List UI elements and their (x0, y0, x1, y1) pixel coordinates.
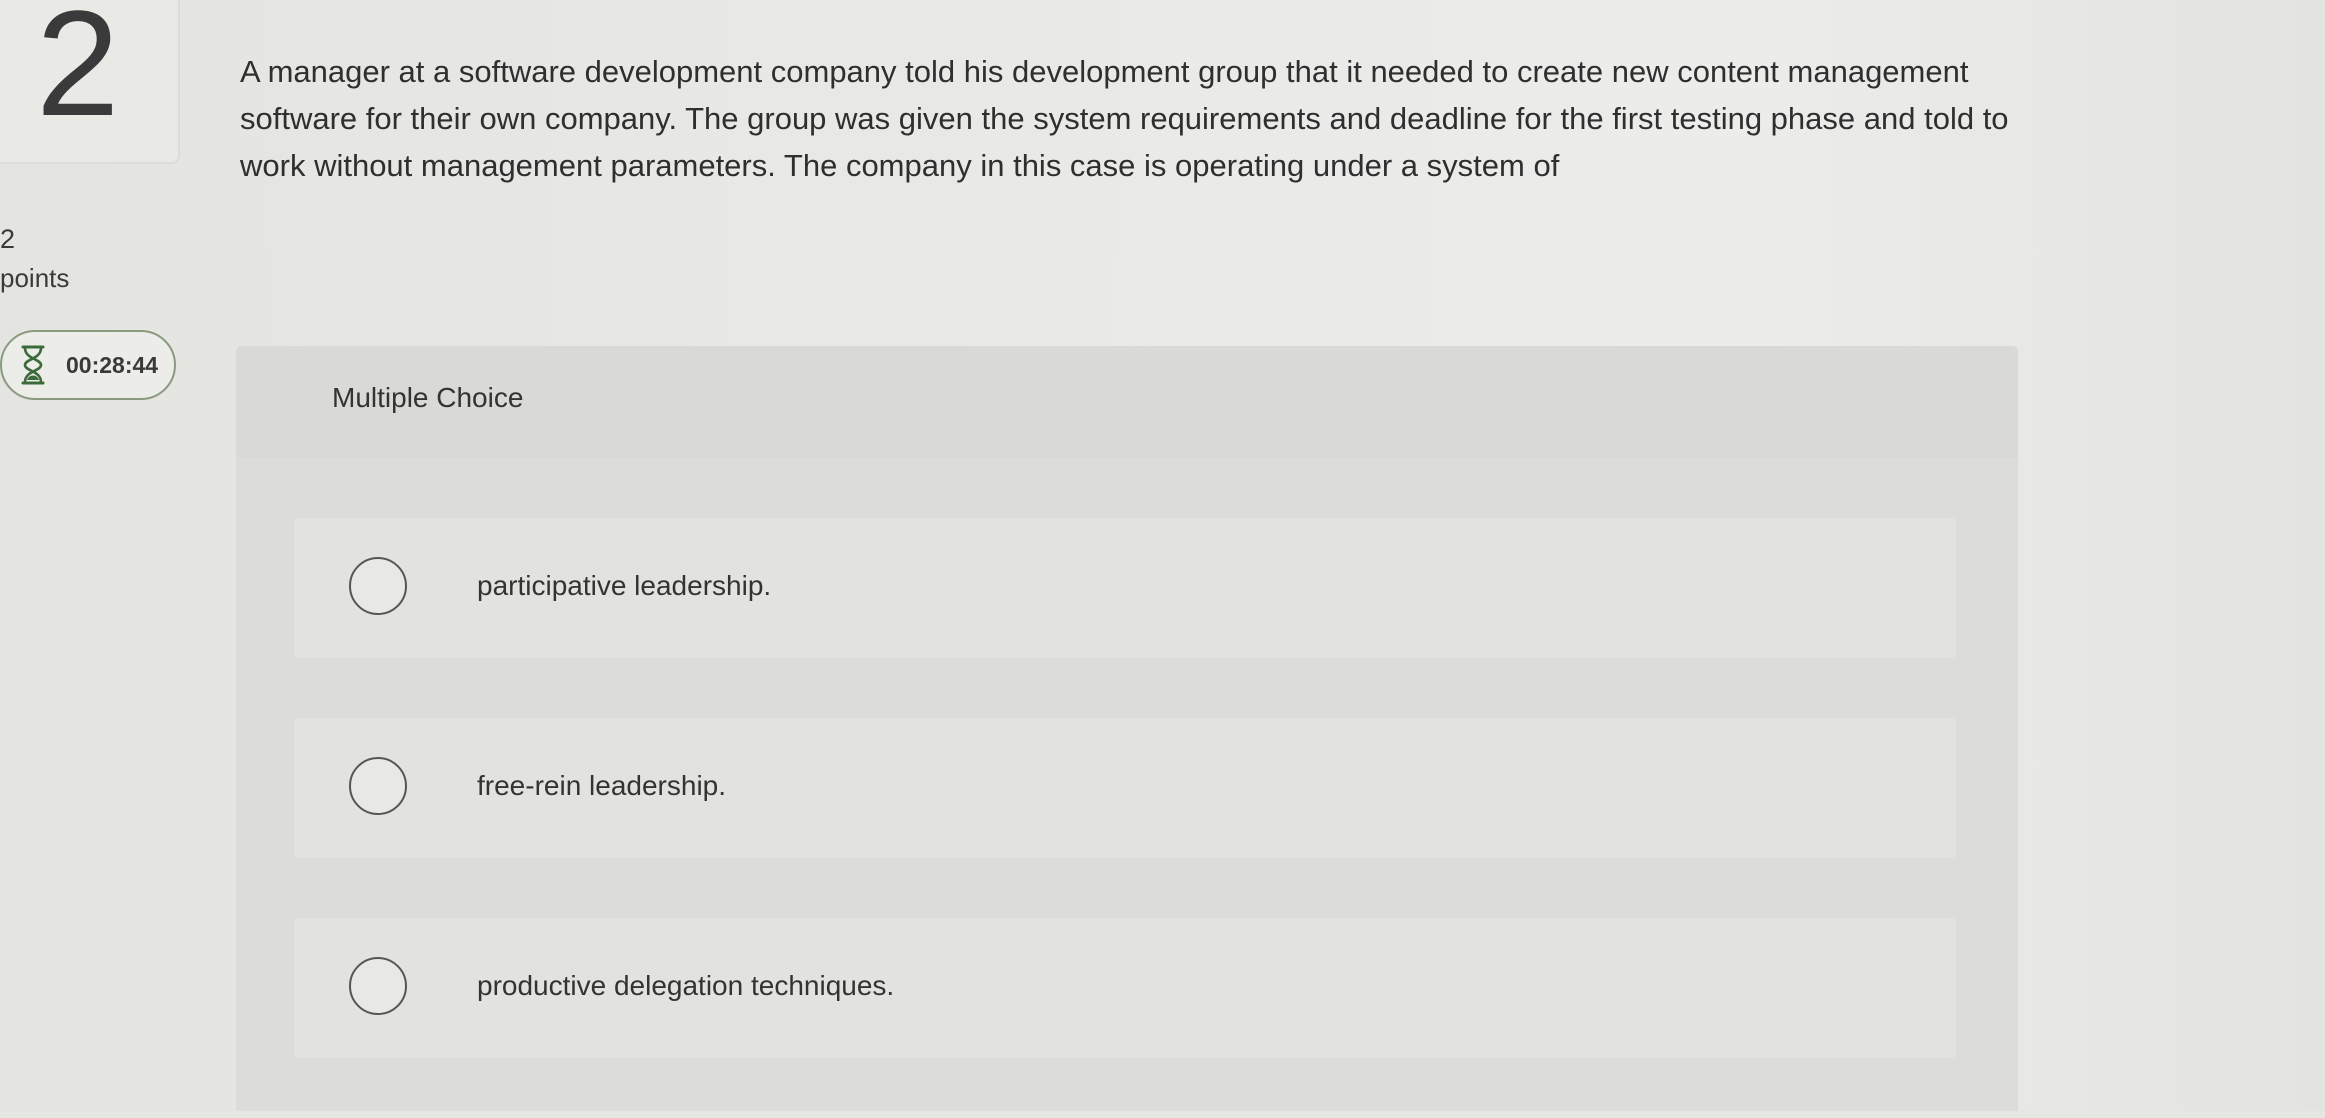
question-type-label: Multiple Choice (332, 382, 524, 413)
question-number: 2 (36, 0, 120, 147)
radio-button[interactable] (349, 957, 407, 1015)
panel-header: Multiple Choice (236, 346, 2018, 458)
option-label: productive delegation techniques. (477, 970, 895, 1001)
timer-text: 00:28:44 (66, 351, 159, 378)
answer-options: participative leadership. free-rein lead… (294, 518, 1956, 1118)
question-number-card: 2 (0, 0, 180, 164)
radio-button[interactable] (349, 757, 407, 815)
answer-panel: Multiple Choice participative leadership… (236, 346, 2018, 1111)
timer: 00:28:44 (0, 330, 176, 400)
option-label: participative leadership. (477, 570, 772, 601)
points-value: 2 (0, 224, 16, 254)
answer-option-free-rein[interactable]: free-rein leadership. (294, 718, 1956, 858)
option-label: free-rein leadership. (477, 770, 727, 801)
answer-option-delegation[interactable]: productive delegation techniques. (294, 918, 1956, 1058)
question-text: A manager at a software development comp… (240, 54, 2009, 183)
hourglass-icon (20, 345, 46, 385)
answer-option-participative[interactable]: participative leadership. (294, 518, 1956, 658)
points-label: points (0, 263, 70, 293)
radio-button[interactable] (349, 557, 407, 615)
